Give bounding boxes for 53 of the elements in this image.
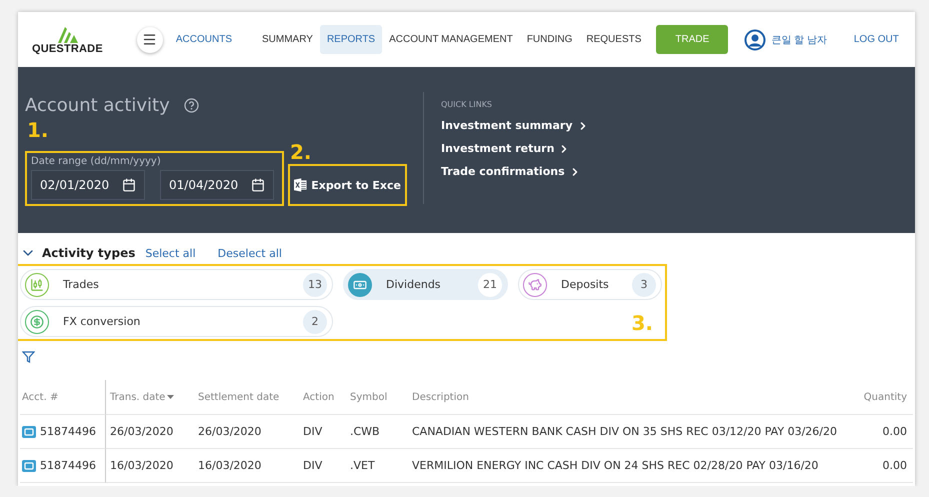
- nav-tab[interactable]: SUMMARY: [255, 25, 320, 54]
- select-all-link[interactable]: Select all: [145, 246, 196, 260]
- nav-tab[interactable]: REQUESTS: [579, 25, 648, 54]
- table-cell: 16/03/2020: [110, 459, 174, 472]
- count-badge: 2: [303, 310, 327, 334]
- table-cell: DIV: [303, 425, 322, 438]
- table-cell: DIV: [303, 459, 322, 472]
- section-title: Activity types: [42, 246, 136, 260]
- annotation-number: 2.: [290, 142, 313, 162]
- count-badge: 3: [632, 272, 656, 296]
- activity-type-chip[interactable]: Deposits 3: [518, 269, 662, 300]
- activity-type-chip[interactable]: Trades 13: [20, 269, 333, 300]
- quick-link[interactable]: Trade confirmations: [441, 165, 589, 178]
- annotation-number: 3.: [631, 313, 653, 333]
- table-cell: 26/03/2020: [110, 425, 174, 438]
- nav-tab[interactable]: FUNDING: [520, 25, 580, 54]
- deselect-all-link[interactable]: Deselect all: [218, 246, 282, 260]
- date-range-label: Date range (dd/mm/yyyy): [31, 156, 162, 167]
- column-header[interactable]: Action: [303, 392, 334, 402]
- count-badge: 21: [478, 272, 502, 296]
- column-header[interactable]: Acct. #: [22, 392, 58, 402]
- activity-type-chip[interactable]: Dividends 21: [343, 269, 508, 300]
- table-cell: VERMILION ENERGY INC CASH DIV ON 24 SHS REC 02/28/20 PAY 03/16/20: [412, 459, 818, 472]
- nav-tab[interactable]: ACCOUNT MANAGEMENT: [382, 25, 520, 54]
- column-header[interactable]: Trans. date: [110, 392, 166, 402]
- accounts-link[interactable]: ACCOUNTS: [168, 25, 239, 54]
- quick-link[interactable]: Investment return: [441, 142, 589, 155]
- table-cell: CANADIAN WESTERN BANK CASH DIV ON 35 SHS REC 03/12/20 PAY 03/26/20: [412, 425, 837, 438]
- table-cell: 51874496: [40, 459, 96, 472]
- table-cell: .CWB: [350, 425, 380, 438]
- logo-text: QUESTRADE: [32, 42, 103, 54]
- column-header[interactable]: Settlement date: [198, 392, 280, 402]
- logout-link[interactable]: LOG OUT: [846, 25, 906, 54]
- table-cell: 0.00: [882, 459, 907, 472]
- start-date-field[interactable]: 02/01/2020: [31, 170, 145, 200]
- page-title: Account activity: [25, 95, 170, 116]
- column-header[interactable]: Symbol: [350, 392, 388, 402]
- table-cell: .VET: [350, 459, 375, 472]
- count-badge: 13: [303, 272, 327, 296]
- table-cell: 0.00: [882, 425, 907, 438]
- column-header[interactable]: Quantity: [864, 392, 907, 402]
- activity-type-chip[interactable]: FX conversion 2: [20, 306, 333, 337]
- table-cell: 16/03/2020: [198, 459, 262, 472]
- table-cell: 26/03/2020: [198, 425, 262, 438]
- quick-link[interactable]: Investment summary: [441, 119, 589, 132]
- column-header[interactable]: Description: [412, 392, 469, 402]
- annotation-number: 1.: [27, 120, 50, 140]
- quick-links-title: QUICK LINKS: [441, 100, 494, 109]
- table-cell: 51874496: [40, 425, 96, 438]
- export-button[interactable]: Export to Exce: [288, 164, 407, 206]
- end-date-field[interactable]: 01/04/2020: [160, 170, 274, 200]
- nav-tab[interactable]: REPORTS: [320, 25, 382, 54]
- user-name[interactable]: 큰일 할 남자: [771, 32, 827, 46]
